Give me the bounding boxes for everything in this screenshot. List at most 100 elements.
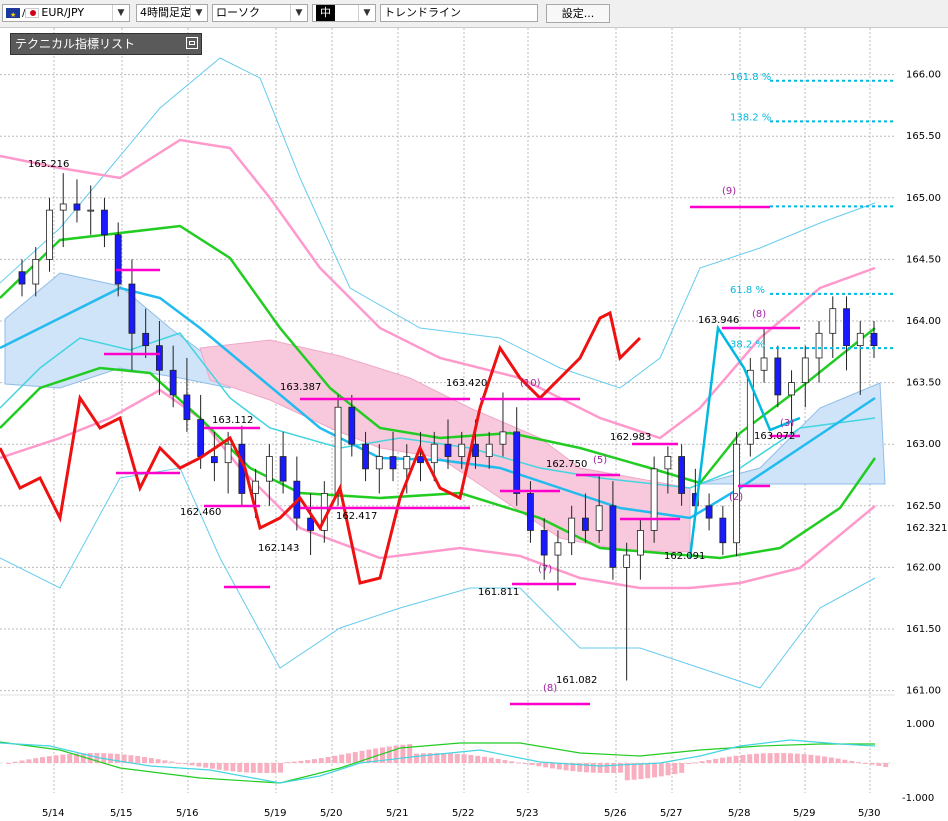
bollinger-bands <box>0 57 876 689</box>
y-tick-label: 162.00 <box>906 562 941 573</box>
chevron-down-icon[interactable]: ▼ <box>358 5 375 21</box>
oscillator-bar <box>135 756 141 763</box>
indicator-list-panel[interactable]: テクニカル指標リスト <box>10 33 202 55</box>
candle-body <box>444 443 452 457</box>
candle-body <box>678 456 686 494</box>
oscillator-bar <box>774 753 780 763</box>
x-tick-label: 5/30 <box>858 808 880 819</box>
oscillator-bar <box>529 763 535 765</box>
oscillator-bar <box>516 762 521 764</box>
oscillator-bar <box>366 749 372 763</box>
oscillator-bar <box>12 761 18 763</box>
candle-body <box>568 517 576 544</box>
oscillator-bar <box>801 754 807 763</box>
oscillator-bar <box>726 756 732 763</box>
oscillator-bar <box>624 763 630 781</box>
jp-flag-icon <box>25 8 40 18</box>
oscillator-bar <box>747 754 753 763</box>
candle-body <box>843 308 850 347</box>
fib-label: 138.2 % <box>730 113 771 124</box>
oscillator-bar <box>291 761 297 763</box>
candle-body <box>774 357 782 396</box>
line-width-select[interactable]: 中 ▼ <box>312 4 376 22</box>
price-label: 162.983 <box>610 432 651 443</box>
y-tick-label: 166.00 <box>906 70 941 81</box>
oscillator-bar <box>672 763 678 775</box>
oscillator-bar <box>658 763 664 777</box>
oscillator-bar <box>686 763 691 764</box>
chart-type-select[interactable]: ローソク ▼ <box>212 4 308 22</box>
y-tick-label: 164.00 <box>906 316 941 327</box>
oscillator-bar <box>60 754 66 763</box>
candle-body <box>554 542 562 556</box>
candle-body <box>801 357 809 383</box>
candle-body <box>636 530 644 556</box>
y-tick-label: 163.50 <box>906 378 941 389</box>
candle-body <box>609 505 617 568</box>
oscillator-bar <box>590 763 596 773</box>
candle-body <box>458 443 466 457</box>
oscillator-bar <box>352 752 358 763</box>
x-tick-label: 5/28 <box>728 808 750 819</box>
price-label: 162.417 <box>336 511 377 522</box>
candle-body <box>499 431 507 445</box>
oscillator-bar <box>339 754 345 763</box>
oscillator-bar <box>189 763 195 766</box>
wave-label: (2) <box>729 492 743 503</box>
oscillator-bar <box>699 761 705 763</box>
oscillator-bar <box>604 763 610 773</box>
chevron-down-icon[interactable]: ▼ <box>290 5 307 21</box>
price-label: 162.750 <box>546 459 587 470</box>
y-tick-label: 163.00 <box>906 439 941 450</box>
oscillator-bar <box>40 757 45 763</box>
candle-body <box>59 203 67 211</box>
fib-label: 61.8 % <box>730 285 765 296</box>
oscillator-bar <box>597 763 603 773</box>
oscillator-bar <box>495 758 501 763</box>
candle-body <box>582 517 589 531</box>
symbol-select[interactable]: /EUR/JPY ▼ <box>2 4 130 22</box>
candle-body <box>856 332 864 347</box>
candle-body <box>156 345 163 371</box>
candle-body <box>307 517 314 531</box>
zigzag-line <box>688 324 801 559</box>
candle-body <box>472 443 479 457</box>
oscillator-bar <box>346 753 351 763</box>
oscillator-bar <box>216 763 222 770</box>
oscillator-bar <box>33 758 39 763</box>
minimize-icon[interactable] <box>186 37 198 49</box>
oscillator-bar <box>257 763 263 773</box>
oscillator-bar <box>237 763 243 772</box>
oscillator-bar <box>148 758 154 763</box>
chevron-down-icon[interactable]: ▼ <box>112 5 129 21</box>
oscillator-bar <box>740 754 746 763</box>
oscillator-bar <box>815 755 821 763</box>
oscillator-bar <box>19 760 25 763</box>
x-tick-label: 5/20 <box>320 808 342 819</box>
oscillator-bar <box>155 759 161 763</box>
oscillator-panel: 1.000 -1.000 <box>0 694 935 804</box>
oscillator-bar <box>652 763 657 778</box>
drawing-tool-field[interactable]: トレンドライン <box>380 4 538 22</box>
y-tick-label: 165.50 <box>906 131 941 142</box>
oscillator-bar <box>862 763 868 764</box>
price-label: 163.387 <box>280 382 321 393</box>
settings-button[interactable]: 設定... <box>546 4 610 23</box>
price-chart[interactable]: 161.8 % 138.2 % 61.8 % 38.2 % (9) (8) (10) (5) (… <box>0 28 948 821</box>
oscillator-bar <box>760 753 766 763</box>
timeframe-select[interactable]: 4時間足定 ▼ <box>136 4 208 22</box>
oscillator-bar <box>6 763 11 764</box>
x-tick-label: 5/16 <box>176 808 198 819</box>
y-tick-label: 165.00 <box>906 193 941 204</box>
oscillator-bar <box>278 763 283 773</box>
candle-body <box>114 234 122 285</box>
oscillator-bar <box>679 763 685 773</box>
oscillator-bar <box>142 757 147 763</box>
symbol-label: EUR/JPY <box>41 6 85 19</box>
candle-body <box>829 308 837 334</box>
oscillator-bar <box>284 762 290 764</box>
candle-body <box>430 443 438 464</box>
oscillator-bar <box>754 753 759 763</box>
chevron-down-icon[interactable]: ▼ <box>190 5 207 21</box>
candle-body <box>623 554 631 568</box>
